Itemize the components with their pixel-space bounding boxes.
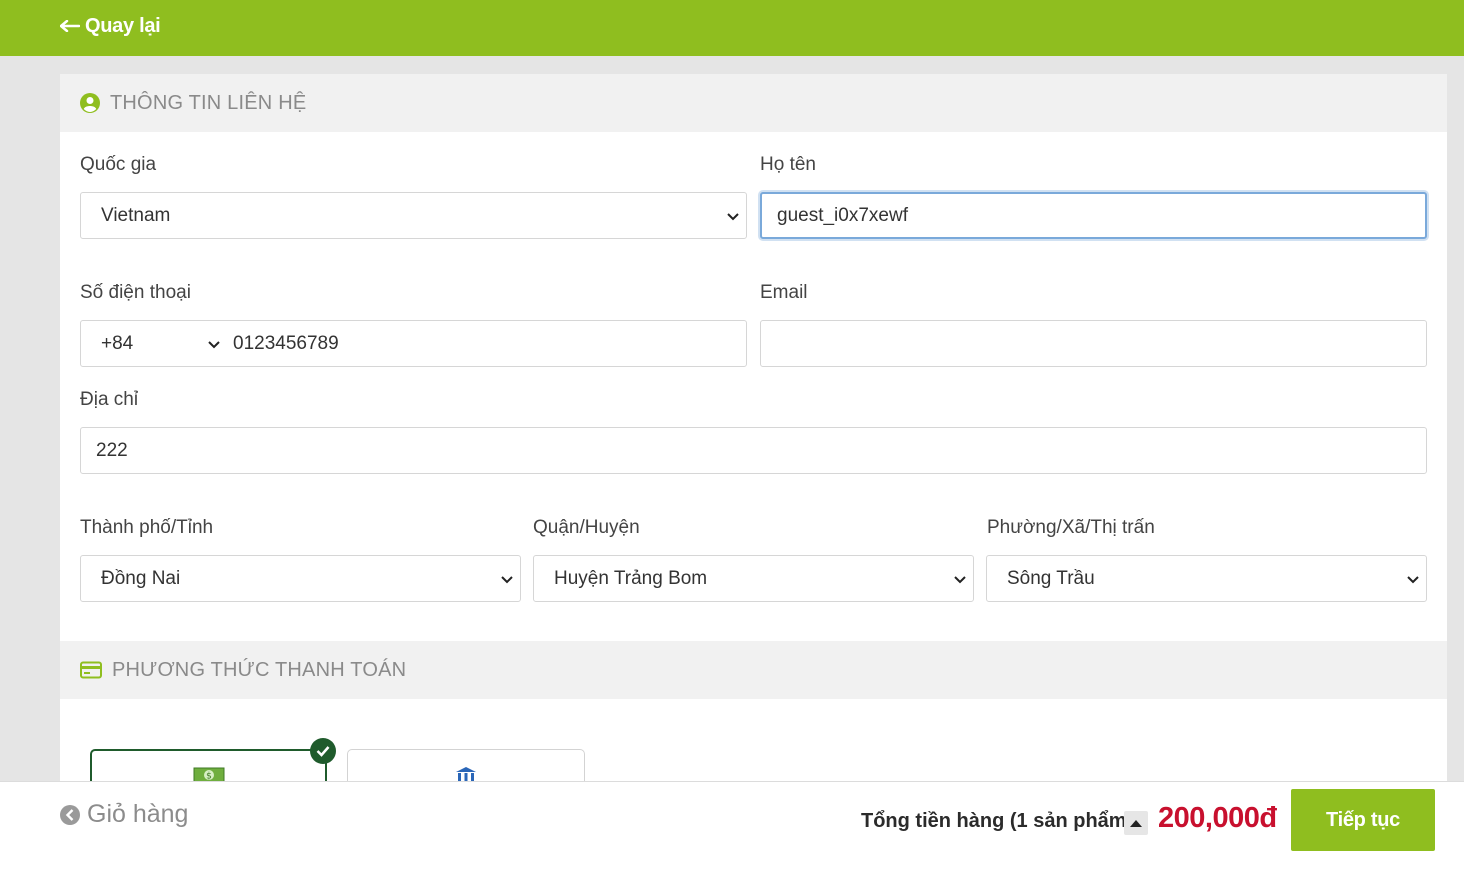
ward-value: Sông Trầu — [1007, 567, 1095, 589]
checkout-footer: Giỏ hàng Tổng tiền hàng (1 sản phẩm): 20… — [0, 781, 1464, 870]
address-label: Địa chỉ — [80, 389, 139, 410]
svg-text:$: $ — [206, 772, 212, 782]
chevron-down-icon — [208, 341, 220, 349]
province-value: Đồng Nai — [101, 567, 181, 589]
check-icon — [316, 746, 330, 757]
back-label: Quay lại — [85, 14, 161, 37]
contact-section-header: THÔNG TIN LIÊN HỆ — [60, 74, 1447, 132]
arrow-circle-left-icon — [60, 804, 80, 825]
arrow-left-icon — [60, 20, 80, 32]
province-label: Thành phố/Tỉnh — [80, 517, 214, 538]
email-input[interactable] — [760, 320, 1427, 367]
checkout-card: THÔNG TIN LIÊN HỆ Quốc gia Vietnam Họ tê… — [60, 74, 1447, 870]
country-select[interactable]: Vietnam — [80, 192, 747, 239]
chevron-down-icon — [1407, 576, 1419, 584]
cart-label: Giỏ hàng — [87, 800, 189, 828]
payment-section-header: PHƯƠNG THỨC THANH TOÁN — [60, 641, 1447, 699]
country-value: Vietnam — [101, 204, 171, 226]
address-input[interactable]: 222 — [80, 427, 1427, 474]
credit-card-icon — [80, 661, 102, 679]
ward-label: Phường/Xã/Thị trấn — [987, 517, 1155, 538]
full-name-value: guest_i0x7xewf — [777, 204, 908, 226]
full-name-label: Họ tên — [760, 154, 816, 175]
cart-link[interactable]: Giỏ hàng — [60, 800, 188, 829]
user-circle-icon — [80, 93, 100, 113]
back-link[interactable]: Quay lại — [60, 13, 161, 39]
email-label: Email — [760, 282, 808, 303]
country-label: Quốc gia — [80, 154, 157, 175]
total-label: Tổng tiền hàng (1 sản phẩm): — [861, 810, 1140, 832]
chevron-down-icon — [727, 213, 739, 221]
address-value: 222 — [96, 439, 128, 461]
phone-field: +84 0123456789 — [80, 320, 747, 367]
selected-check-badge — [310, 738, 336, 764]
district-value: Huyện Trảng Bom — [554, 567, 708, 589]
phone-number-input[interactable]: 0123456789 — [223, 333, 339, 355]
phone-label: Số điện thoại — [80, 282, 191, 303]
phone-code-value: +84 — [101, 332, 134, 354]
continue-button[interactable]: Tiếp tục — [1291, 789, 1435, 851]
full-name-input[interactable]: guest_i0x7xewf — [760, 192, 1427, 239]
toggle-summary-button[interactable] — [1124, 811, 1148, 835]
contact-section-title: THÔNG TIN LIÊN HỆ — [110, 91, 307, 114]
top-bar: Quay lại — [0, 0, 1464, 56]
total-amount: 200,000đ — [1158, 802, 1277, 834]
chevron-down-icon — [954, 576, 966, 584]
phone-code-select[interactable]: +84 — [81, 321, 223, 366]
province-select[interactable]: Đồng Nai — [80, 555, 521, 602]
district-label: Quận/Huyện — [533, 517, 640, 538]
payment-section-title: PHƯƠNG THỨC THANH TOÁN — [112, 658, 407, 681]
caret-up-icon — [1130, 820, 1142, 827]
district-select[interactable]: Huyện Trảng Bom — [533, 555, 974, 602]
chevron-down-icon — [501, 576, 513, 584]
ward-select[interactable]: Sông Trầu — [986, 555, 1427, 602]
